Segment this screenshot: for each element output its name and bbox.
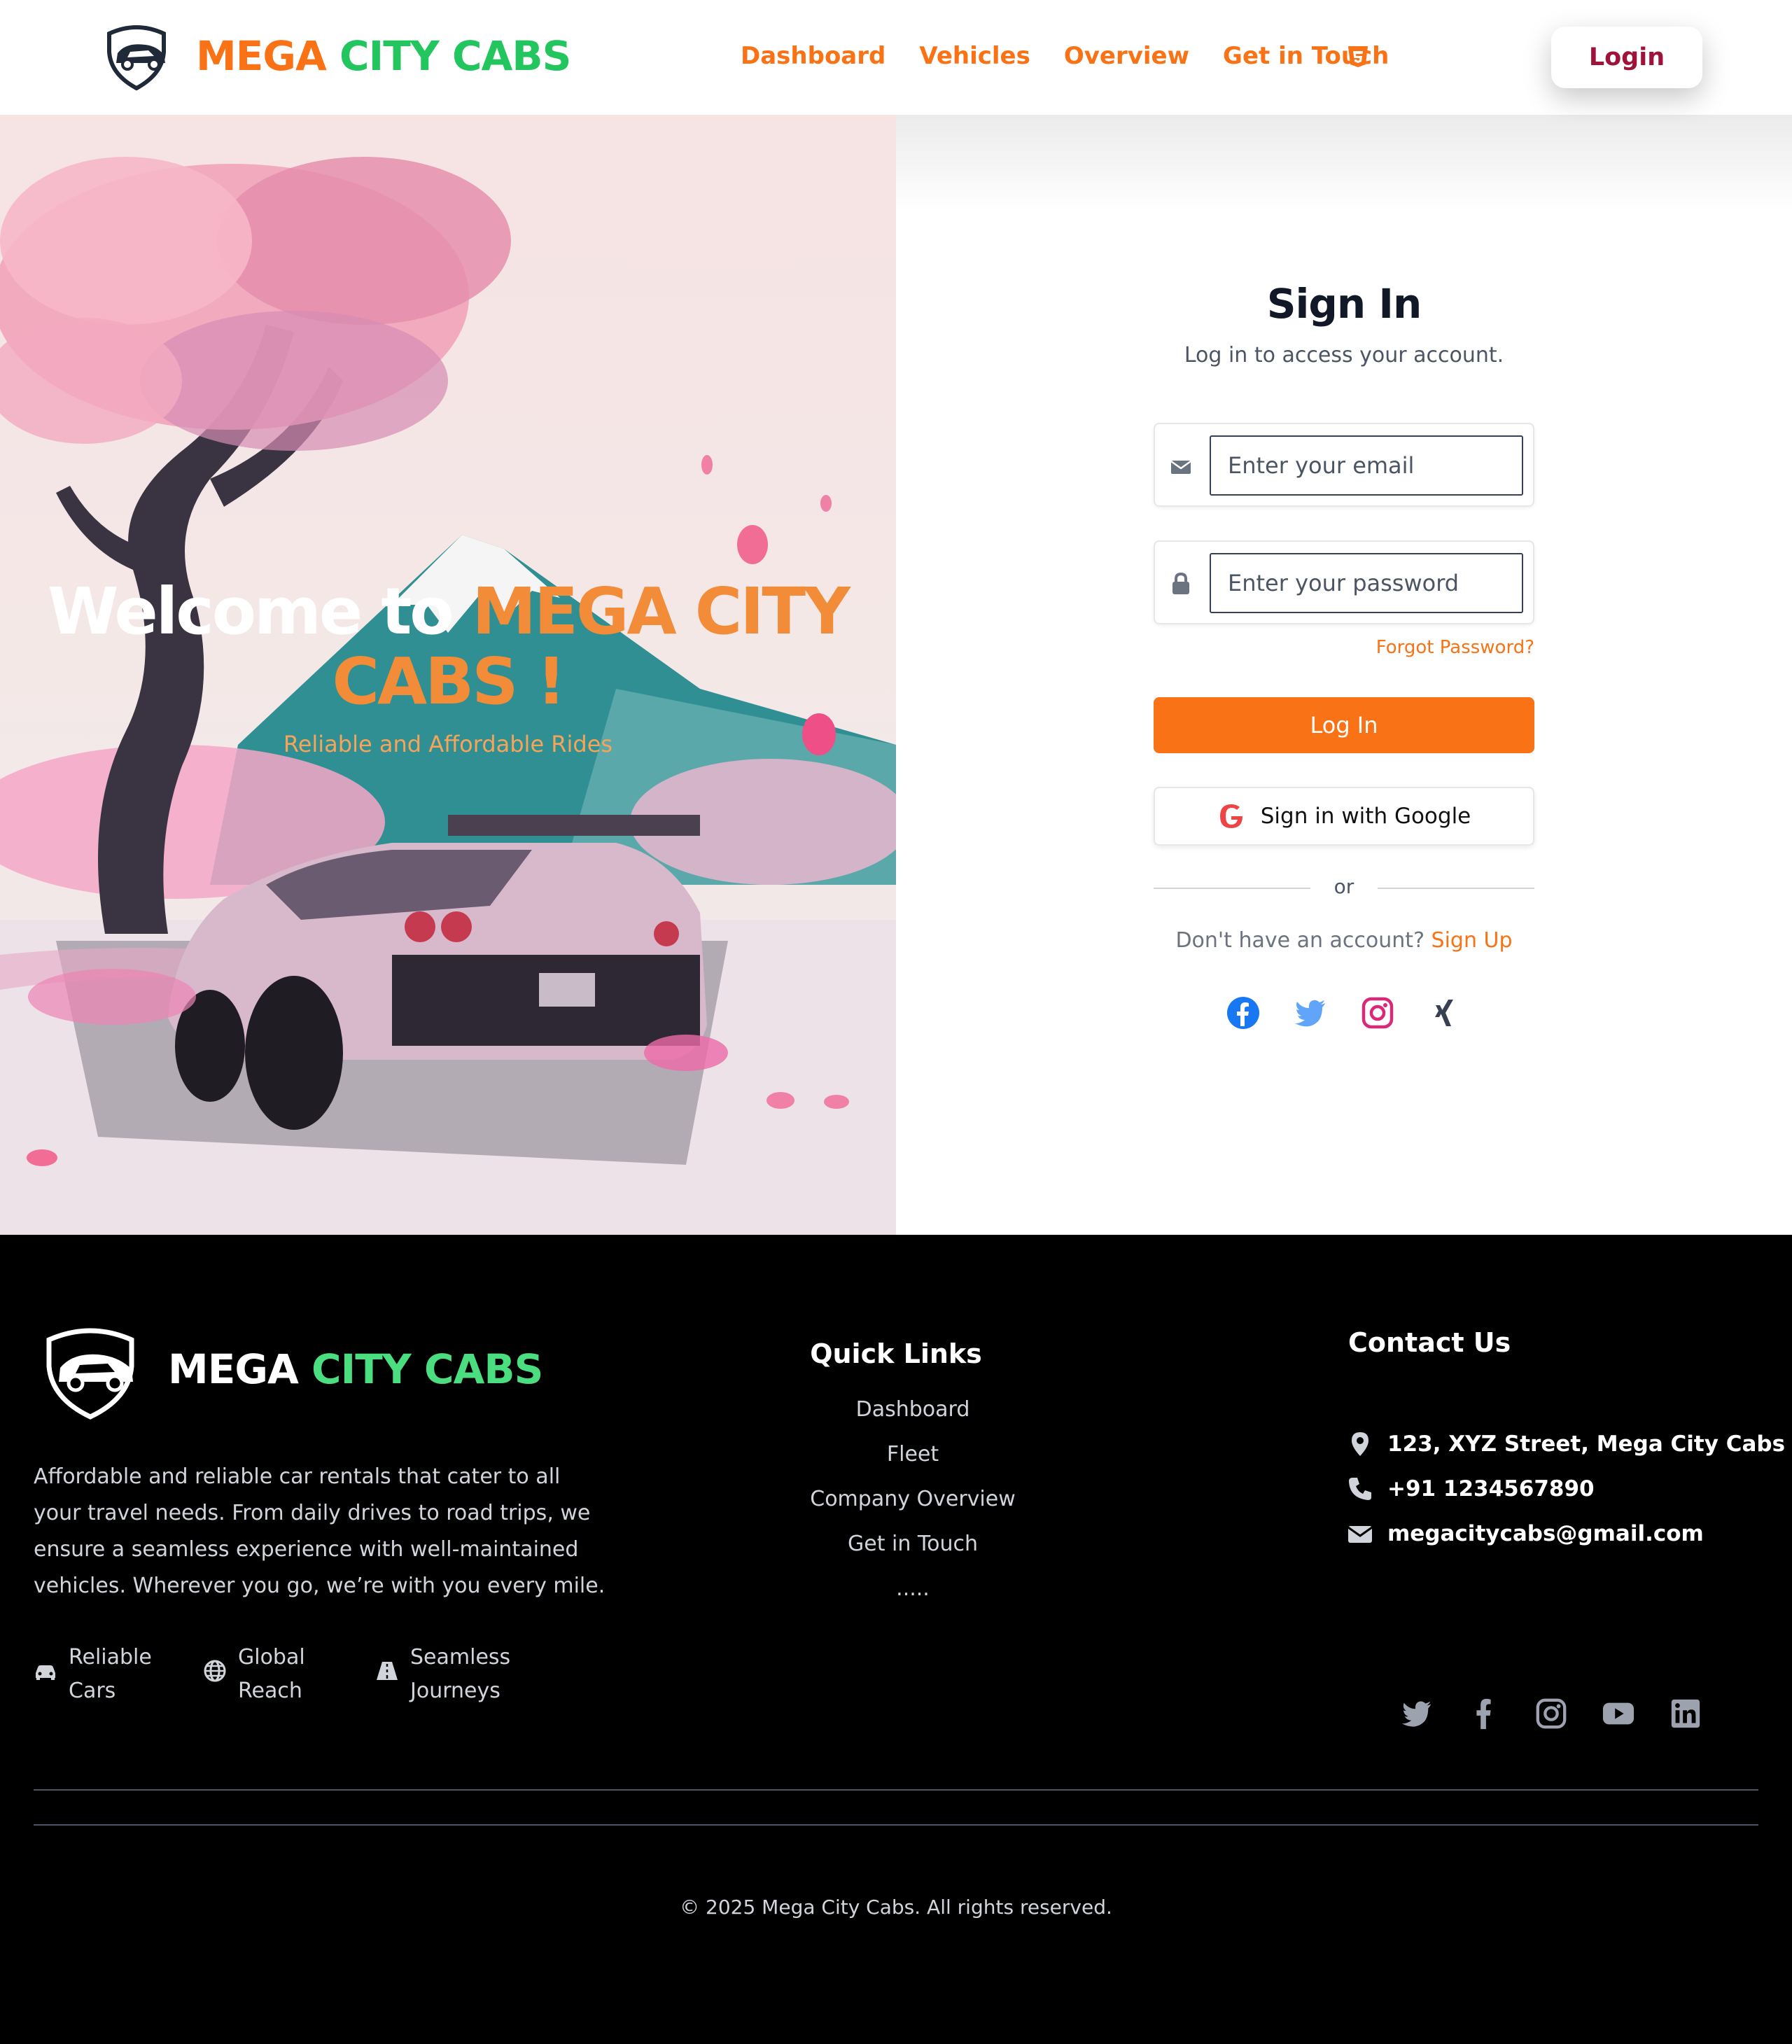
envelope-icon	[1170, 460, 1191, 474]
address-text: 123, XYZ Street, Mega City Cabs	[1387, 1432, 1786, 1457]
copyright-text: © 2025 Mega City Cabs. All rights reserv…	[680, 1896, 1112, 1919]
quick-links-title: Quick Links	[810, 1338, 982, 1369]
contact-phone: +91 1234567890	[1347, 1476, 1595, 1502]
signin-title: Sign In	[1266, 280, 1422, 328]
email-input[interactable]	[1210, 435, 1523, 496]
feature-seamless-journeys: Seamless Journeys	[375, 1641, 510, 1708]
envelope-icon	[1348, 1526, 1373, 1543]
footer-social-icons	[1400, 1697, 1702, 1730]
feature-line1: Global	[238, 1645, 305, 1670]
car-shield-logo-icon[interactable]	[35, 1326, 146, 1421]
google-icon	[1219, 804, 1242, 828]
instagram-icon[interactable]	[1534, 1697, 1568, 1730]
signup-prompt: Don't have an account? Sign Up	[1154, 928, 1534, 953]
contact-us-title: Contact Us	[1348, 1327, 1511, 1358]
facebook-icon[interactable]	[1226, 995, 1261, 1030]
nav-overview[interactable]: Overview	[1064, 42, 1189, 70]
signin-card: Sign In Log in to access your account. F…	[1154, 280, 1534, 1029]
feature-reliable-cars: Reliable Cars	[34, 1641, 152, 1708]
google-button-label: Sign in with Google	[1260, 804, 1471, 829]
footer-divider	[34, 1789, 1758, 1791]
main-nav: Dashboard Vehicles Overview Get in Touch	[741, 42, 1389, 70]
signup-link[interactable]: Sign Up	[1432, 928, 1513, 953]
road-icon	[377, 1662, 398, 1680]
phone-icon	[1349, 1478, 1371, 1500]
email-field-group	[1154, 423, 1534, 507]
nav-dashboard[interactable]: Dashboard	[741, 42, 886, 70]
quick-link-company-overview[interactable]: Company Overview	[773, 1483, 1053, 1527]
car-icon	[36, 1665, 55, 1680]
facebook-icon[interactable]	[1467, 1697, 1501, 1730]
youtube-icon[interactable]	[1602, 1697, 1635, 1730]
header-login-button[interactable]: Login	[1551, 27, 1702, 88]
email-text: megacitycabs@gmail.com	[1387, 1521, 1704, 1546]
footer-brand-part2: CITY CABS	[312, 1345, 543, 1393]
or-text: or	[1334, 875, 1354, 898]
quick-link-dashboard[interactable]: Dashboard	[773, 1393, 1053, 1438]
top-navbar: MEGA CITY CABS Dashboard Vehicles Overvi…	[0, 0, 1792, 115]
map-pin-icon	[1352, 1432, 1368, 1456]
quick-link-more[interactable]: .....	[773, 1572, 1053, 1617]
feature-line1: Seamless	[410, 1645, 511, 1670]
globe-icon	[204, 1660, 226, 1682]
feature-line2: Cars	[69, 1679, 116, 1703]
password-input[interactable]	[1210, 553, 1523, 613]
forgot-password-link[interactable]: Forgot Password?	[1376, 637, 1534, 658]
signin-social-icons	[1154, 995, 1534, 1030]
login-button[interactable]: Log In	[1154, 697, 1534, 753]
hero-welcome-heading: Welcome to MEGA CITY CABS !	[42, 577, 854, 717]
hero-illustration: Welcome to MEGA CITY CABS ! Reliable and…	[0, 115, 896, 1235]
feature-line2: Reach	[238, 1679, 302, 1703]
feature-line2: Journeys	[410, 1679, 500, 1703]
footer-description: Affordable and reliable car rentals that…	[34, 1464, 606, 1598]
lock-icon	[1172, 573, 1189, 594]
feature-global-reach: Global Reach	[203, 1641, 305, 1708]
twitter-icon[interactable]	[1400, 1697, 1434, 1730]
brand-part1: MEGA	[196, 32, 327, 80]
nav-vehicles[interactable]: Vehicles	[919, 42, 1030, 70]
quick-links-list: Dashboard Fleet Company Overview Get in …	[773, 1393, 1053, 1617]
feature-line1: Reliable	[69, 1645, 152, 1670]
brand-name[interactable]: MEGA CITY CABS	[196, 32, 571, 80]
contact-email: megacitycabs@gmail.com	[1347, 1520, 1704, 1547]
phone-text: +91 1234567890	[1387, 1476, 1595, 1502]
or-divider: or	[1154, 874, 1534, 902]
footer-brand-name: MEGA CITY CABS	[168, 1345, 543, 1393]
quick-link-get-in-touch[interactable]: Get in Touch	[773, 1527, 1053, 1572]
xing-icon[interactable]	[1427, 995, 1462, 1030]
password-field-group	[1154, 540, 1534, 624]
footer-divider	[34, 1824, 1758, 1826]
no-account-text: Don't have an account?	[1175, 928, 1424, 953]
google-signin-button[interactable]: Sign in with Google	[1154, 787, 1534, 846]
hero-tagline: Reliable and Affordable Rides	[283, 731, 613, 757]
signin-subtitle: Log in to access your account.	[1184, 343, 1504, 368]
brand-part2: CITY CABS	[340, 32, 571, 80]
linkedin-icon[interactable]	[1669, 1697, 1702, 1730]
html5-icon[interactable]	[1347, 45, 1369, 69]
car-shield-logo-icon[interactable]	[99, 24, 174, 91]
footer-brand-part1: MEGA	[168, 1345, 299, 1393]
quick-link-fleet[interactable]: Fleet	[773, 1438, 1053, 1483]
welcome-prefix: Welcome to	[48, 574, 472, 649]
contact-address: 123, XYZ Street, Mega City Cabs	[1347, 1431, 1785, 1457]
site-footer: MEGA CITY CABS Affordable and reliable c…	[0, 1235, 1792, 2044]
instagram-icon[interactable]	[1360, 995, 1395, 1030]
twitter-icon[interactable]	[1293, 995, 1328, 1030]
